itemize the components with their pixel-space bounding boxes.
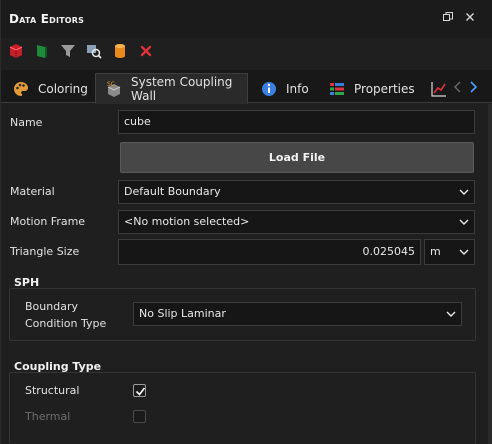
tab-properties[interactable]: Properties [319,73,419,104]
motion-frame-label: Motion Frame [10,215,86,228]
chevron-down-icon [459,211,469,233]
tab-coloring-label: Coloring [38,81,88,96]
triangle-size-label: Triangle Size [10,245,80,258]
search-settings-icon[interactable] [85,42,103,60]
panel-right-border [488,104,492,444]
motion-frame-value: <No motion selected> [124,215,250,228]
chevron-down-icon [459,181,469,203]
filter-icon[interactable] [59,42,77,60]
checkmark-icon [135,387,146,396]
sc-wall-icon: SC [105,80,123,98]
properties-icon [328,80,346,98]
coupling-type-group [9,372,476,444]
tab-system-coupling-wall[interactable]: SC System Coupling Wall [95,73,248,104]
thermal-checkbox[interactable] [133,410,146,423]
chevron-down-icon [459,240,469,262]
chart-icon [430,80,448,98]
bc-type-select[interactable]: No Slip Laminar [133,302,462,326]
tab-scroll-left-icon[interactable] [452,79,464,95]
structural-label: Structural [25,384,80,397]
float-window-icon[interactable] [441,11,455,25]
triangle-size-unit-select[interactable]: m [424,239,475,265]
chevron-down-icon [446,303,456,325]
green-flag-icon[interactable] [33,42,51,60]
data-editors-panel: Data Editors Coloring SC System Coupling… [0,0,492,444]
tab-bar: Coloring SC System Coupling Wall Info Pr… [1,70,492,104]
tab-info[interactable]: Info [251,73,317,104]
title-bar: Data Editors [1,0,492,38]
name-label: Name [10,116,43,129]
motion-frame-select[interactable]: <No motion selected> [118,210,475,234]
toolbar [1,38,492,64]
palette-icon [12,80,30,98]
close-icon[interactable] [463,11,477,25]
tab-coloring[interactable]: Coloring [3,73,93,104]
tab-properties-label: Properties [354,81,415,96]
panel-title: Data Editors [9,12,85,26]
triangle-size-input[interactable]: 0.025045 [118,239,421,265]
tab-system-coupling-wall-label: System Coupling Wall [131,74,233,103]
tab-chart[interactable] [421,73,451,104]
bc-type-label-line2: Condition Type [25,317,107,330]
triangle-size-unit-value: m [430,245,441,258]
delete-x-icon[interactable] [137,42,155,60]
name-input[interactable]: cube [118,110,475,134]
info-icon [260,80,278,98]
tab-info-label: Info [286,81,309,96]
tab-scroll-right-icon[interactable] [467,79,479,95]
structural-checkbox[interactable] [133,384,146,397]
material-label: Material [10,185,55,198]
svg-text:SC: SC [107,81,115,88]
cylinder-icon[interactable] [111,42,129,60]
thermal-label: Thermal [25,410,71,423]
material-select[interactable]: Default Boundary [118,180,475,204]
bc-type-value: No Slip Laminar [139,307,226,320]
red-cube-icon[interactable] [7,42,25,60]
material-value: Default Boundary [124,185,221,198]
load-file-button[interactable]: Load File [120,142,474,173]
bc-type-label-line1: Boundary [25,300,78,313]
